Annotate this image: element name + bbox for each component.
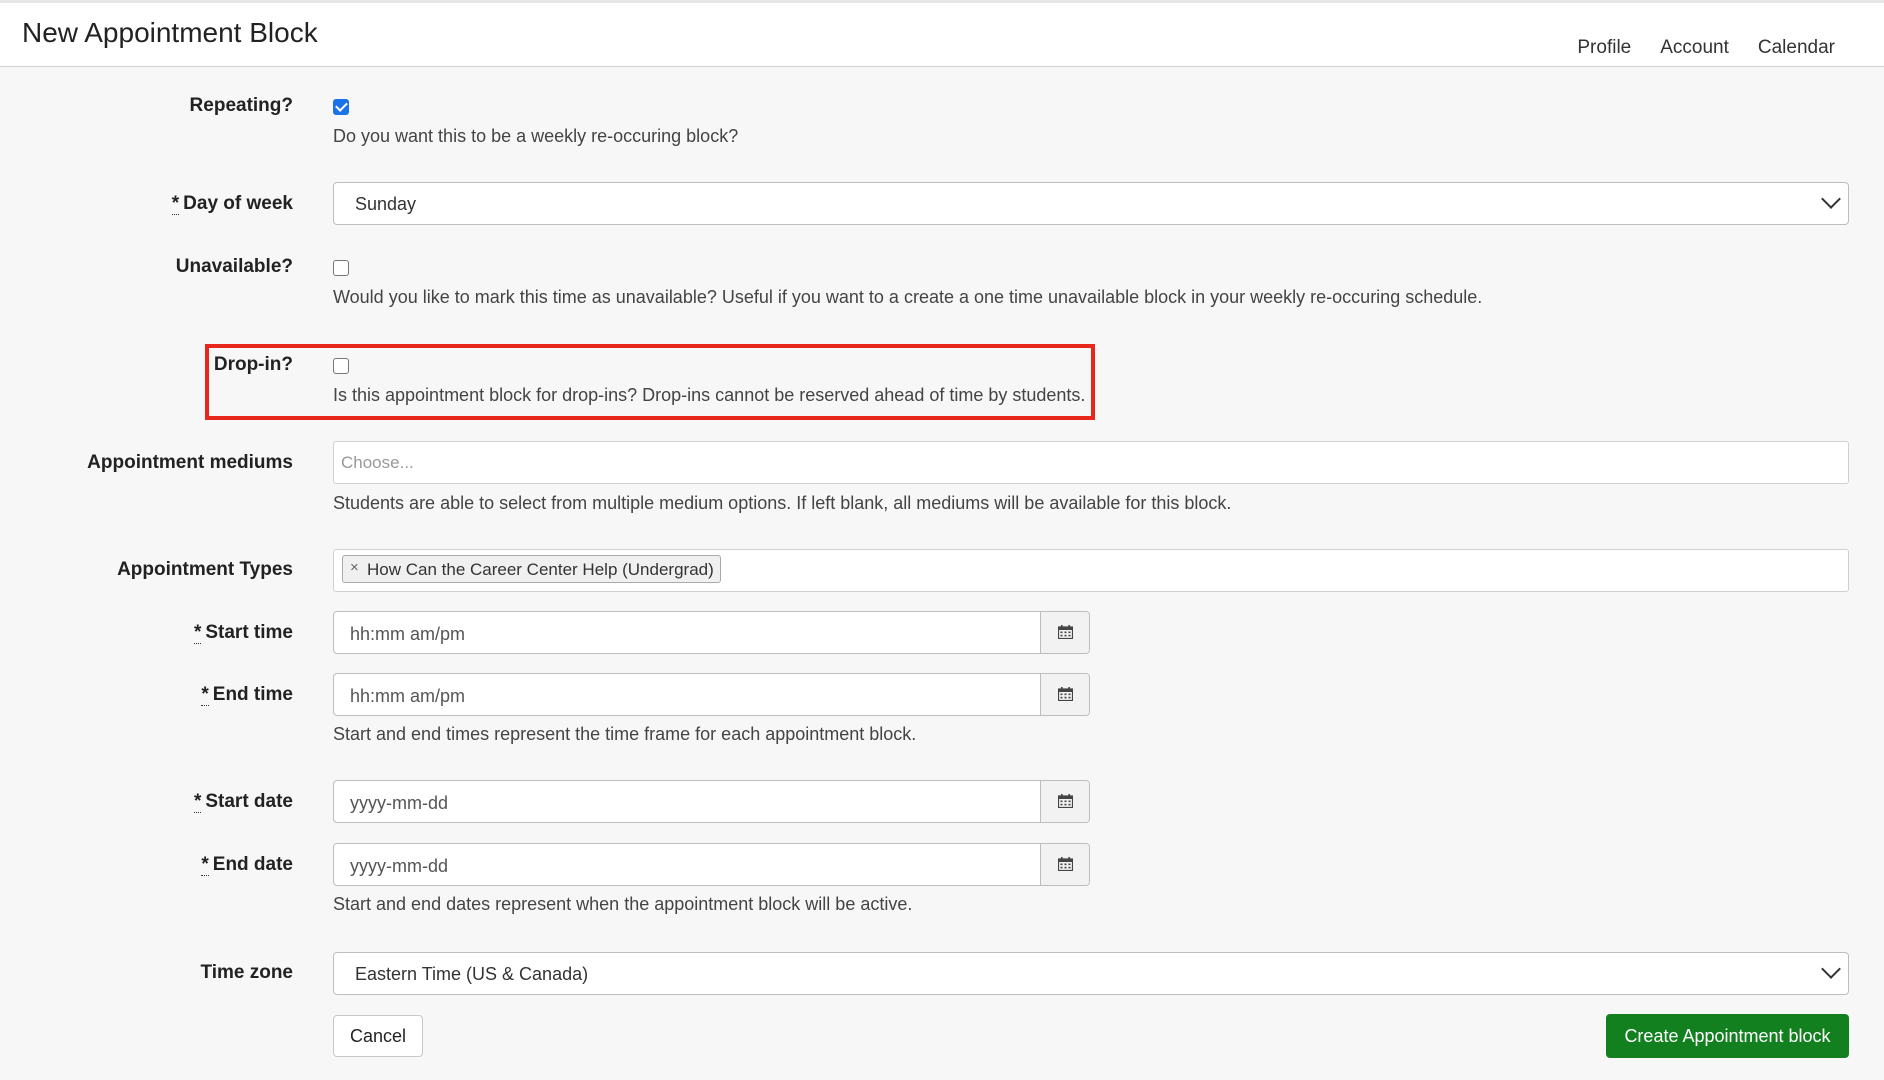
required-mark: * [171, 193, 180, 215]
start-date-label-text: Start date [205, 791, 293, 812]
time-help: Start and end times represent the time f… [333, 724, 917, 744]
repeating-checkbox[interactable] [333, 99, 349, 115]
day-of-week-label: * Day of week [171, 193, 293, 215]
start-time-picker-button[interactable] [1040, 612, 1089, 653]
time-zone-value: Eastern Time (US & Canada) [355, 964, 589, 984]
mediums-help: Students are able to select from multipl… [333, 493, 1232, 513]
end-time-input[interactable]: hh:mm am/pm [333, 673, 1090, 716]
day-of-week-value: Sunday [355, 194, 417, 214]
end-date-placeholder: yyyy-mm-dd [350, 856, 448, 876]
top-nav: Profile Account Calendar [1577, 37, 1835, 59]
nav-calendar[interactable]: Calendar [1758, 37, 1835, 59]
end-date-label: * End date [201, 854, 293, 876]
nav-account[interactable]: Account [1660, 37, 1729, 59]
create-appointment-block-button[interactable]: Create Appointment block [1606, 1014, 1849, 1058]
calendar-icon [1058, 857, 1073, 871]
day-of-week-select[interactable]: Sunday [333, 182, 1849, 225]
drop-in-help: Is this appointment block for drop-ins? … [333, 385, 1086, 405]
page-title: New Appointment Block [22, 17, 318, 48]
chevron-down-icon [1821, 189, 1841, 209]
drop-in-label: Drop-in? [213, 354, 293, 375]
calendar-icon [1058, 625, 1073, 639]
start-time-placeholder: hh:mm am/pm [350, 624, 466, 644]
chevron-down-icon [1821, 959, 1841, 979]
types-label: Appointment Types [117, 559, 293, 580]
type-tag: × How Can the Career Center Help (Underg… [342, 555, 721, 583]
drop-in-checkbox[interactable] [333, 358, 349, 374]
date-help: Start and end dates represent when the a… [333, 894, 913, 914]
end-date-input[interactable]: yyyy-mm-dd [333, 843, 1090, 886]
repeating-help: Do you want this to be a weekly re-occur… [333, 126, 739, 146]
start-time-label-text: Start time [205, 622, 293, 643]
close-icon[interactable]: × [350, 559, 359, 576]
calendar-icon [1058, 794, 1073, 808]
mediums-label: Appointment mediums [87, 452, 293, 473]
required-mark: * [193, 622, 202, 644]
required-mark: * [201, 854, 209, 876]
end-time-picker-button[interactable] [1040, 674, 1089, 715]
time-zone-select[interactable]: Eastern Time (US & Canada) [333, 952, 1849, 995]
start-date-placeholder: yyyy-mm-dd [350, 793, 448, 813]
page-header: New Appointment Block Profile Account Ca… [0, 3, 1884, 67]
types-input[interactable]: × How Can the Career Center Help (Underg… [333, 549, 1849, 592]
end-time-label-text: End time [212, 684, 293, 705]
start-time-label: * Start time [193, 622, 293, 644]
type-tag-label: How Can the Career Center Help (Undergra… [367, 560, 714, 579]
unavailable-help: Would you like to mark this time as unav… [333, 287, 1483, 307]
time-zone-label: Time zone [200, 962, 293, 983]
day-of-week-label-text: Day of week [183, 193, 293, 214]
calendar-icon [1058, 687, 1073, 701]
end-date-picker-button[interactable] [1040, 844, 1089, 885]
start-date-picker-button[interactable] [1040, 781, 1089, 822]
unavailable-label: Unavailable? [175, 256, 293, 277]
start-time-input[interactable]: hh:mm am/pm [333, 611, 1090, 654]
end-time-label: * End time [201, 684, 293, 706]
unavailable-checkbox[interactable] [333, 260, 349, 276]
drop-in-highlight-box [205, 344, 1095, 420]
repeating-label: Repeating? [189, 95, 293, 116]
mediums-input[interactable]: Choose... [333, 441, 1849, 484]
end-date-label-text: End date [212, 854, 293, 875]
mediums-placeholder: Choose... [341, 453, 414, 472]
nav-profile[interactable]: Profile [1577, 37, 1631, 59]
cancel-button[interactable]: Cancel [333, 1015, 423, 1057]
end-time-placeholder: hh:mm am/pm [350, 686, 466, 706]
required-mark: * [201, 684, 209, 706]
required-mark: * [193, 791, 202, 813]
start-date-input[interactable]: yyyy-mm-dd [333, 780, 1090, 823]
start-date-label: * Start date [193, 791, 293, 813]
